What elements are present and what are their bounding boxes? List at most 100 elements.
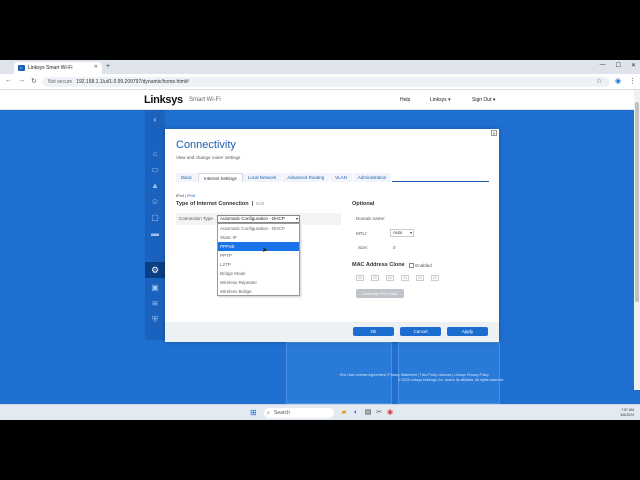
storage-icon[interactable]: ▬ [150,230,160,238]
not-secure-label[interactable]: Not secure [48,79,72,85]
wireless-icon[interactable]: ≋ [150,300,160,308]
option-wireless-repeater[interactable]: Wireless Repeater [218,278,299,287]
close-window-icon[interactable]: ✕ [631,62,636,69]
product-name: Smart Wi-Fi [189,97,221,103]
search-placeholder: Search [274,410,290,416]
help-link[interactable]: Help [400,97,410,103]
connection-type-value: Automatic Configuration - DHCP [220,216,285,221]
windows-taskbar: ⊞ ⌕ Search ▰ ◐ ▤ ✂ ◉ 7:57 AM 4/6/2024 [0,404,640,420]
security-shield-icon[interactable]: ⛨ [150,316,160,324]
mac-octet-6[interactable]: 00 [431,275,439,281]
search-icon: ⌕ [267,410,270,416]
privacy-link[interactable]: Privacy Statement [388,373,416,377]
connectivity-gear-icon[interactable]: ⚙ [145,262,165,278]
maximize-icon[interactable]: ☐ [616,62,621,69]
parental-controls-icon[interactable]: ☺ [150,198,160,206]
tab-local-network[interactable]: Local Network [242,173,283,182]
forward-icon[interactable]: → [18,77,25,84]
back-icon[interactable]: ← [5,77,12,84]
tab-basic[interactable]: Basic [176,173,199,182]
browser-address-bar: ← → ↻ Not secure 192.168.1.1/ui/1.0.99.2… [0,74,640,90]
clone-mac-button[interactable]: Clone My PC's MAC [356,289,404,298]
system-clock[interactable]: 7:57 AM 4/6/2024 [620,408,634,418]
troubleshooting-icon[interactable]: ▣ [150,284,160,292]
linksys-logo[interactable]: Linksys [144,94,183,106]
apply-button[interactable]: Apply [447,327,488,336]
enabled-checkbox[interactable] [409,263,414,269]
optional-heading: Optional [352,201,375,207]
url-text: 192.168.1.1/ui/1.0.99.209797/dynamic/hom… [76,79,189,85]
option-static-ip[interactable]: Static IP [218,233,299,242]
mac-octet-2[interactable]: 00 [371,275,379,281]
collapse-chevron-icon[interactable]: ‹ [150,116,160,124]
menu-icon[interactable]: ⋮ [629,77,636,85]
linksys-privacy-link[interactable]: Linksys Privacy Policy [454,373,488,377]
close-dialog-icon[interactable]: ✕ [491,130,497,136]
windows-start-icon[interactable]: ⊞ [250,409,258,417]
mac-octet-5[interactable]: 00 [416,275,424,281]
chat-icon[interactable]: ▢ [150,214,160,222]
chrome-icon[interactable]: ◉ [386,409,394,417]
taskbar-search[interactable]: ⌕ Search [264,408,334,418]
file-explorer-icon[interactable]: ▰ [340,409,348,417]
connection-type-heading: Type of Internet Connection | Edit [176,201,265,207]
chevron-down-icon: ▾ [295,216,298,221]
desktop-screen: L Linksys Smart Wi-Fi ✕ + — ☐ ✕ ← → ↻ No… [0,60,640,420]
tab-vlan[interactable]: VLAN [330,173,353,182]
profile-icon[interactable]: ◉ [615,77,621,85]
sign-out-menu[interactable]: Sign Out ▾ [472,97,495,103]
bookmark-star-icon[interactable]: ☆ [596,77,602,85]
mtu-select[interactable]: Auto ▾ [390,229,414,237]
clock-date: 4/6/2024 [620,413,634,417]
ok-button[interactable]: Ok [353,327,394,336]
copyright-text: © 2023 Linksys Holdings, Inc. and/or its… [398,378,505,382]
ipv4-link[interactable]: IPv4 [176,193,184,198]
mac-clone-enable[interactable]: Enabled [409,263,432,269]
account-label: Linksys [430,97,447,103]
scrollbar-thumb[interactable] [635,102,639,302]
devices-icon[interactable]: ▭ [150,166,160,174]
ipv6-link[interactable]: IPv6 [187,193,195,198]
third-party-link[interactable]: Third Party Licenses [420,373,452,377]
edge-icon[interactable]: ◐ [352,409,360,417]
connectivity-dialog: ✕ Connectivity View and change router se… [165,129,499,342]
snipping-tool-icon[interactable]: ✂ [375,409,383,417]
mouse-cursor-icon: ➤ [262,247,268,254]
option-pptp[interactable]: PPTP [218,251,299,260]
network-map-icon[interactable]: ⌂ [150,150,160,158]
chevron-down-icon: ▾ [448,97,451,103]
cancel-button[interactable]: Cancel [400,327,441,336]
ip-version-toggle: IPv4 | IPv6 [176,193,196,198]
page-scrollbar[interactable] [634,90,640,390]
eula-link[interactable]: End User License Agreement [340,373,386,377]
connection-type-select[interactable]: Automatic Configuration - DHCP ▾ [217,215,300,223]
option-dhcp[interactable]: Automatic Configuration - DHCP [218,224,299,233]
browser-tab[interactable]: L Linksys Smart Wi-Fi ✕ [14,62,102,74]
dialog-subtitle: View and change router settings [176,155,241,160]
edit-link[interactable]: Edit [256,201,264,206]
option-wireless-bridge[interactable]: Wireless Bridge [218,287,299,296]
mac-octet-4[interactable]: 00 [401,275,409,281]
option-bridge-mode[interactable]: Bridge Mode [218,269,299,278]
size-value: 0 [393,245,396,250]
account-menu[interactable]: Linksys ▾ [430,97,451,103]
mac-octet-3[interactable]: 00 [386,275,394,281]
url-field[interactable]: Not secure 192.168.1.1/ui/1.0.99.209797/… [42,77,610,87]
mac-octet-1[interactable]: 00 [356,275,364,281]
close-tab-icon[interactable]: ✕ [94,64,98,70]
browser-tab-title: Linksys Smart Wi-Fi [28,65,73,71]
option-l2tp[interactable]: L2TP [218,260,299,269]
chevron-down-icon: ▾ [409,230,412,235]
chevron-down-icon: ▾ [492,97,496,103]
tab-advanced-routing[interactable]: Advanced Routing [282,173,331,182]
tab-administration[interactable]: Administration [352,173,393,182]
new-tab-button[interactable]: + [106,63,110,70]
option-pppoe[interactable]: PPPoE [218,242,299,251]
store-icon[interactable]: ▤ [364,409,372,417]
left-nav-bar: ‹ ⌂ ▭ ▲ ☺ ▢ ▬ ⚙ ▣ ≋ ⛨ [145,110,165,340]
minimize-icon[interactable]: — [600,62,606,69]
alert-icon[interactable]: ▲ [150,182,160,190]
connection-type-label: Connection Type [179,216,213,221]
reload-icon[interactable]: ↻ [31,77,37,85]
tab-internet-settings[interactable]: Internet Settings [198,173,243,182]
